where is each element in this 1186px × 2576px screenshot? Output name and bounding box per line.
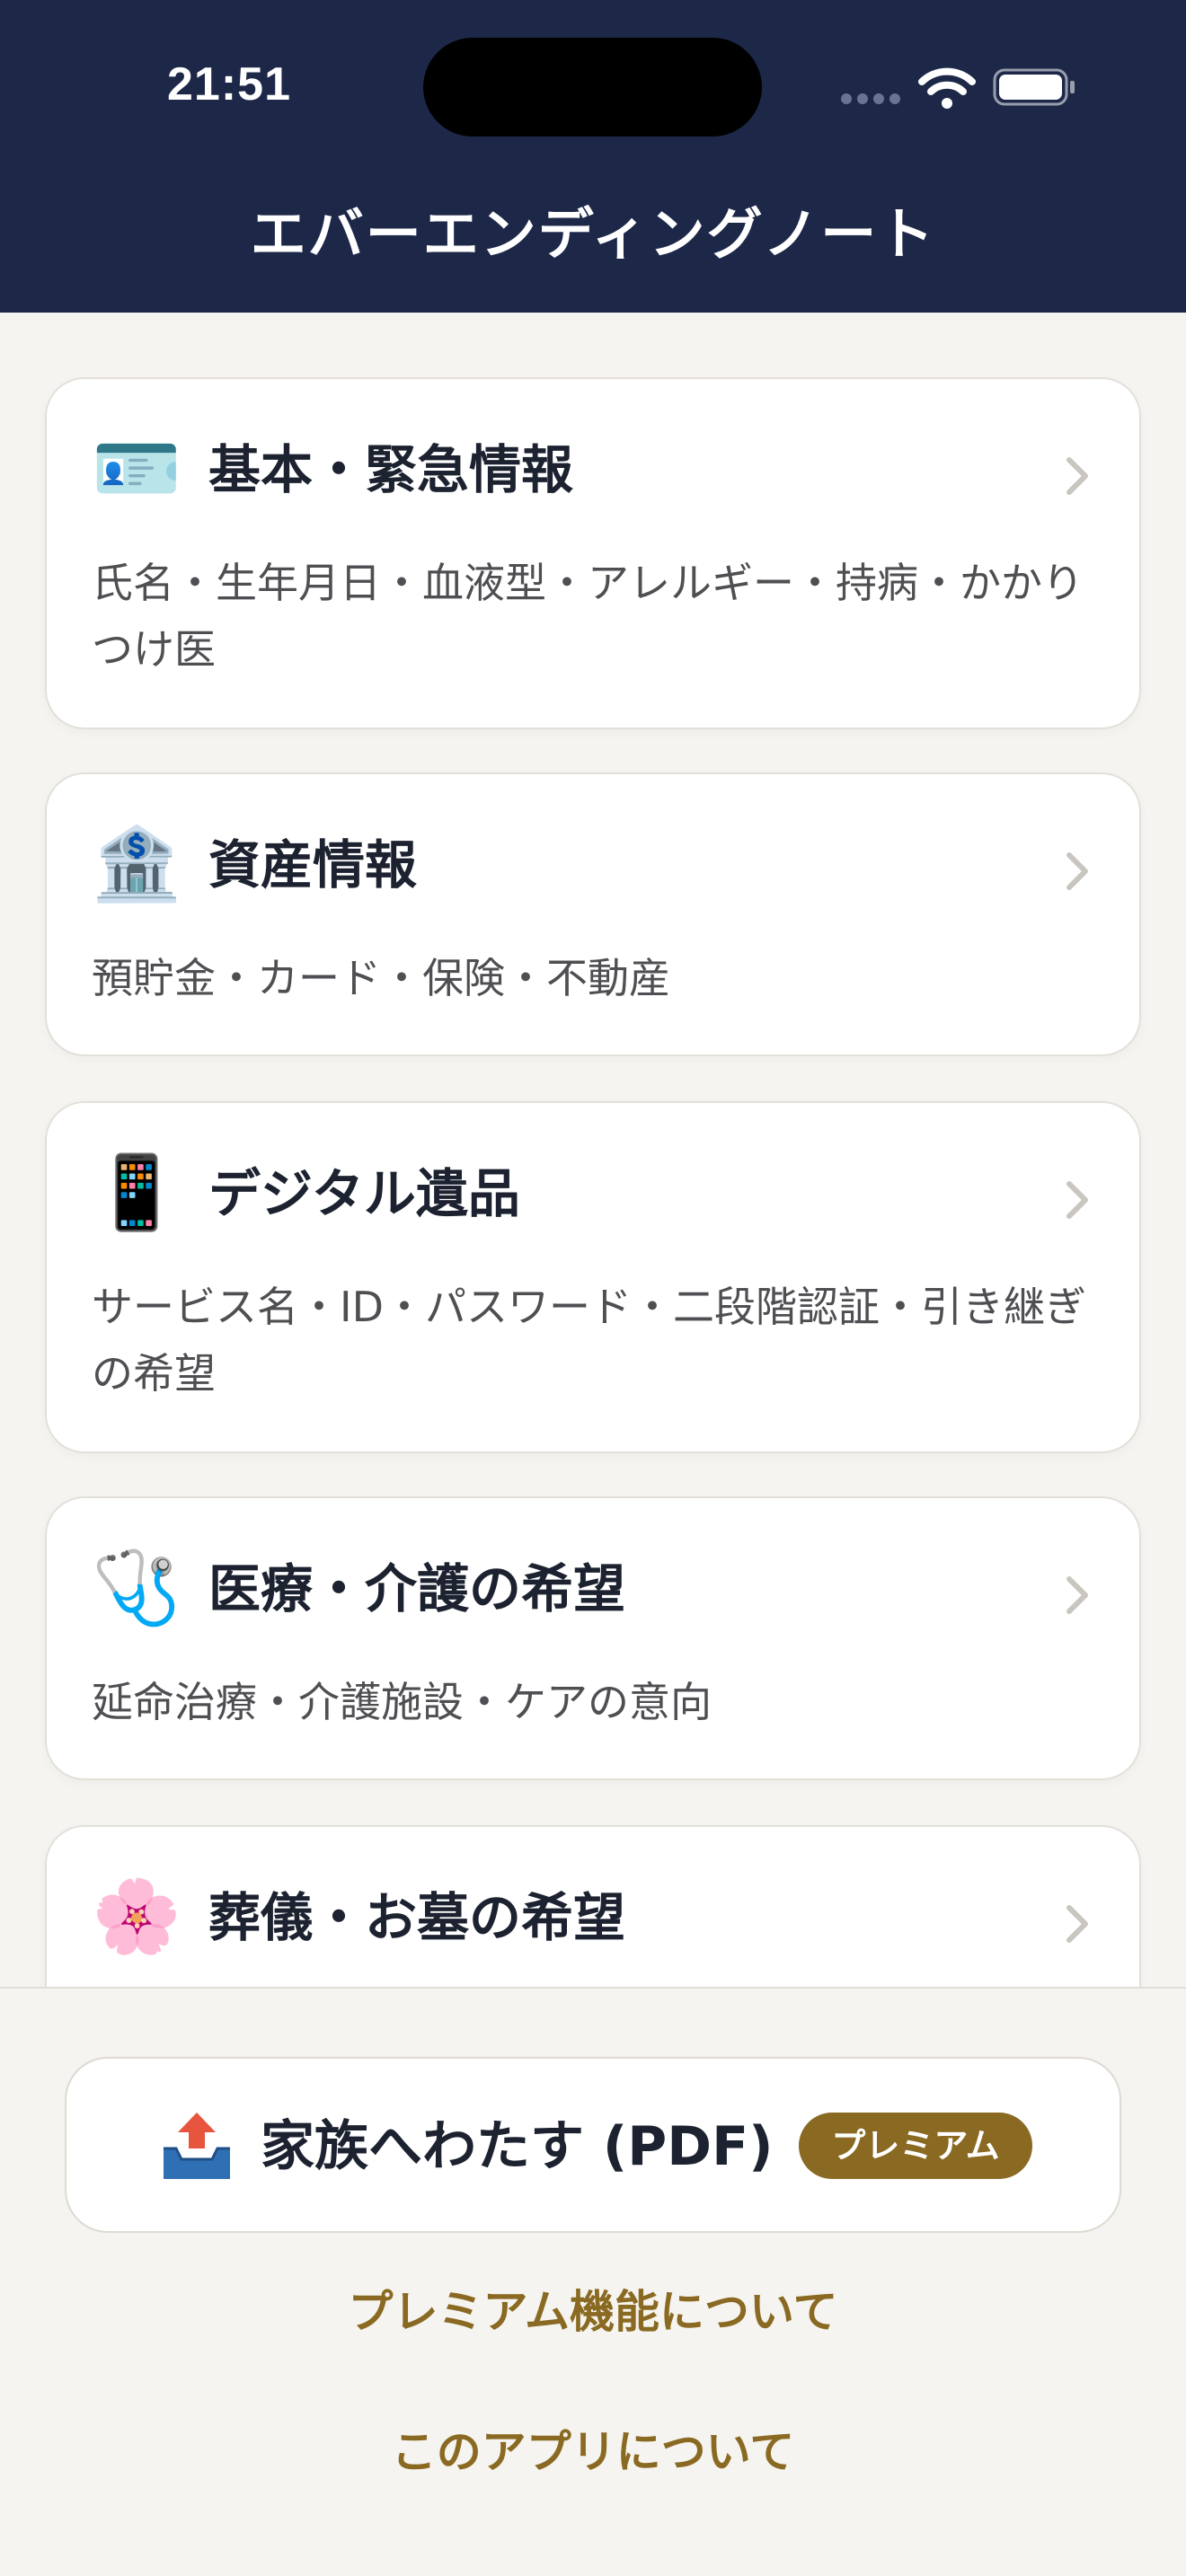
card-title: 基本・緊急情報 — [208, 439, 574, 500]
outbox-tray-icon — [164, 2113, 230, 2179]
app-header: 21:51 エバーエンディングノート — [0, 0, 1186, 313]
wifi-icon — [918, 67, 976, 109]
card-title: 資産情報 — [208, 834, 418, 895]
card-title: デジタル遺品 — [208, 1163, 520, 1224]
status-bar-time: 21:51 — [167, 58, 291, 110]
dynamic-island — [423, 38, 762, 137]
page-title: エバーエンディングノート — [250, 201, 936, 267]
export-pdf-button[interactable]: 家族へわたす (PDF) プレミアム — [65, 2057, 1121, 2233]
premium-features-link[interactable]: プレミアム機能について — [0, 2276, 1186, 2341]
card-title: 葬儀・お墓の希望 — [208, 1887, 626, 1948]
chevron-right-icon — [1067, 852, 1088, 890]
card-description: 氏名・生年月日・血液型・アレルギー・持病・かかりつけ医 — [92, 559, 1084, 674]
card-title: 医療・介護の希望 — [208, 1558, 626, 1619]
card-basic-emergency-info[interactable]: 🪪 基本・緊急情報 氏名・生年月日・血液型・アレルギー・持病・かかりつけ医 — [45, 377, 1141, 729]
stethoscope-icon: 🩺 — [92, 1546, 181, 1629]
bottom-action-panel: 家族へわたす (PDF) プレミアム プレミアム機能について このアプリについて — [0, 1987, 1186, 2576]
card-digital-legacy[interactable]: 📱 デジタル遺品 サービス名・ID・パスワード・二段階認証・引き継ぎの希望 — [45, 1101, 1141, 1453]
chevron-right-icon — [1067, 1181, 1088, 1219]
export-pdf-label: 家族へわたす (PDF) — [261, 2115, 774, 2178]
mobile-phone-icon: 📱 — [92, 1151, 181, 1234]
card-asset-info[interactable]: 🏦 資産情報 預貯金・カード・保険・不動産 — [45, 772, 1141, 1056]
id-card-icon: 🪪 — [92, 427, 181, 510]
cellular-signal-icon — [841, 93, 900, 104]
card-medical-care-wishes[interactable]: 🩺 医療・介護の希望 延命治療・介護施設・ケアの意向 — [45, 1496, 1141, 1780]
bank-icon: 🏦 — [92, 822, 181, 905]
about-app-link[interactable]: このアプリについて — [0, 2416, 1186, 2481]
card-description: 延命治療・介護施設・ケアの意向 — [92, 1678, 712, 1726]
cherry-blossom-icon: 🌸 — [92, 1875, 181, 1958]
chevron-right-icon — [1067, 457, 1088, 495]
card-description: 預貯金・カード・保険・不動産 — [92, 954, 670, 1002]
chevron-right-icon — [1067, 1576, 1088, 1614]
battery-icon — [993, 68, 1075, 106]
chevron-right-icon — [1067, 1905, 1088, 1943]
card-description: サービス名・ID・パスワード・二段階認証・引き継ぎの希望 — [92, 1283, 1086, 1398]
premium-badge: プレミアム — [799, 2113, 1032, 2179]
